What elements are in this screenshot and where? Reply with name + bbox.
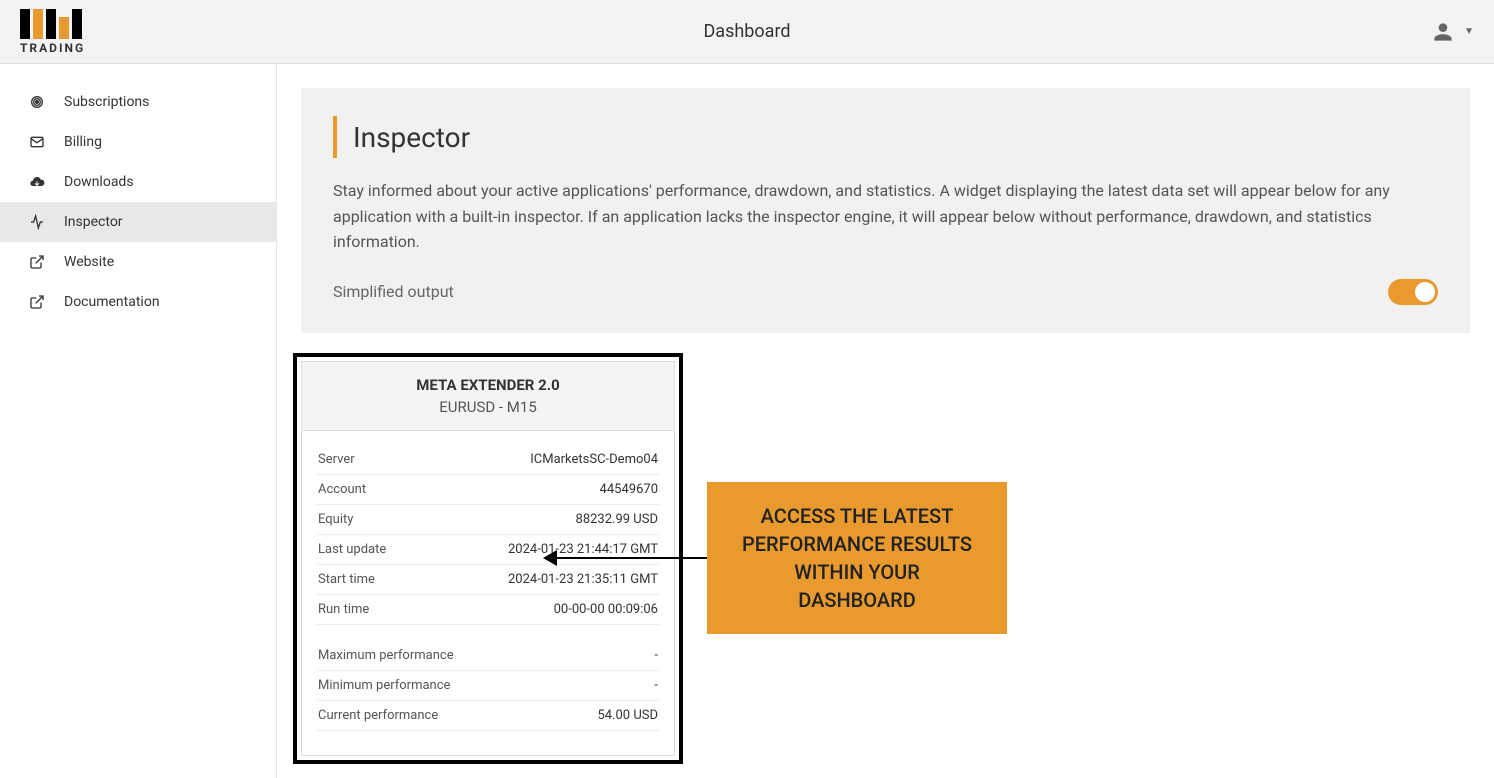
sidebar-item-inspector[interactable]: Inspector xyxy=(0,202,276,242)
widget-row-label: Last update xyxy=(318,542,386,557)
panel-title: Inspector xyxy=(353,121,470,154)
content-area: Inspector Stay informed about your activ… xyxy=(277,64,1494,778)
widget-row-value: 54.00 USD xyxy=(597,708,658,723)
simplified-output-label: Simplified output xyxy=(333,282,454,301)
widget-row-label: Equity xyxy=(318,512,353,527)
widget-row-label: Minimum performance xyxy=(318,678,450,693)
widget-row-value: 88232.99 USD xyxy=(576,512,658,527)
user-menu[interactable]: ▼ xyxy=(1430,19,1474,45)
app-header: TRADING Dashboard ▼ xyxy=(0,0,1494,64)
sidebar-item-subscriptions[interactable]: Subscriptions xyxy=(0,82,276,122)
widget-row-label: Server xyxy=(318,452,355,467)
arrow-connector xyxy=(693,550,707,566)
widget-row-value: 2024-01-23 21:44:17 GMT xyxy=(508,542,658,557)
panel-accent xyxy=(333,116,337,158)
widget-row-value: - xyxy=(654,648,658,663)
widget-row: Server ICMarketsSC-Demo04 xyxy=(316,445,660,475)
logo-text: TRADING xyxy=(20,41,85,55)
widget-row: Equity 88232.99 USD xyxy=(316,505,660,535)
cloud-download-icon xyxy=(28,173,46,191)
sidebar-item-downloads[interactable]: Downloads xyxy=(0,162,276,202)
callout-box: ACCESS THE LATEST PERFORMANCE RESULTS WI… xyxy=(707,482,1007,634)
sidebar-item-label: Website xyxy=(64,254,114,270)
widget-row: Last update 2024-01-23 21:44:17 GMT xyxy=(316,535,660,565)
widget-title: META EXTENDER 2.0 xyxy=(312,376,664,394)
inspector-panel: Inspector Stay informed about your activ… xyxy=(301,88,1470,333)
external-link-icon xyxy=(28,293,46,311)
widget-row-label: Start time xyxy=(318,572,375,587)
widget-row: Start time 2024-01-23 21:35:11 GMT xyxy=(316,565,660,595)
widget-row: Maximum performance - xyxy=(316,641,660,671)
activity-icon xyxy=(28,213,46,231)
logo[interactable]: TRADING xyxy=(20,9,85,55)
widget-row-value: 00-00-00 00:09:06 xyxy=(554,602,658,617)
sidebar-item-label: Documentation xyxy=(64,294,160,310)
widget-row: Current performance 54.00 USD xyxy=(316,701,660,731)
widget-header: META EXTENDER 2.0 EURUSD - M15 xyxy=(302,362,674,431)
user-icon xyxy=(1430,19,1456,45)
sidebar-item-label: Downloads xyxy=(64,174,134,190)
widget-row: Run time 00-00-00 00:09:06 xyxy=(316,595,660,625)
broadcast-icon xyxy=(28,93,46,111)
widget-row-value: ICMarketsSC-Demo04 xyxy=(530,452,658,467)
sidebar-item-website[interactable]: Website xyxy=(0,242,276,282)
widget-row: Account 44549670 xyxy=(316,475,660,505)
arrow-left-icon xyxy=(543,550,557,566)
widget-row-label: Current performance xyxy=(318,708,438,723)
logo-mark xyxy=(20,9,83,39)
widget-row-label: Maximum performance xyxy=(318,648,454,663)
widget-row-label: Run time xyxy=(318,602,369,617)
sidebar-item-documentation[interactable]: Documentation xyxy=(0,282,276,322)
mail-icon xyxy=(28,133,46,151)
chevron-down-icon: ▼ xyxy=(1464,26,1474,37)
sidebar-item-label: Billing xyxy=(64,134,102,150)
sidebar-item-label: Subscriptions xyxy=(64,94,149,110)
sidebar-item-label: Inspector xyxy=(64,214,123,230)
sidebar-item-billing[interactable]: Billing xyxy=(0,122,276,162)
simplified-output-toggle[interactable] xyxy=(1388,279,1438,305)
widget-subtitle: EURUSD - M15 xyxy=(312,398,664,416)
panel-description: Stay informed about your active applicat… xyxy=(333,178,1438,255)
widget-row-value: 2024-01-23 21:35:11 GMT xyxy=(508,572,658,587)
widget-row: Minimum performance - xyxy=(316,671,660,701)
widget-row-label: Account xyxy=(318,482,366,497)
widget-row-value: 44549670 xyxy=(600,482,658,497)
external-link-icon xyxy=(28,253,46,271)
sidebar: Subscriptions Billing Downloads Inspecto… xyxy=(0,64,277,778)
page-title: Dashboard xyxy=(703,21,790,42)
widget-row-value: - xyxy=(654,678,658,693)
